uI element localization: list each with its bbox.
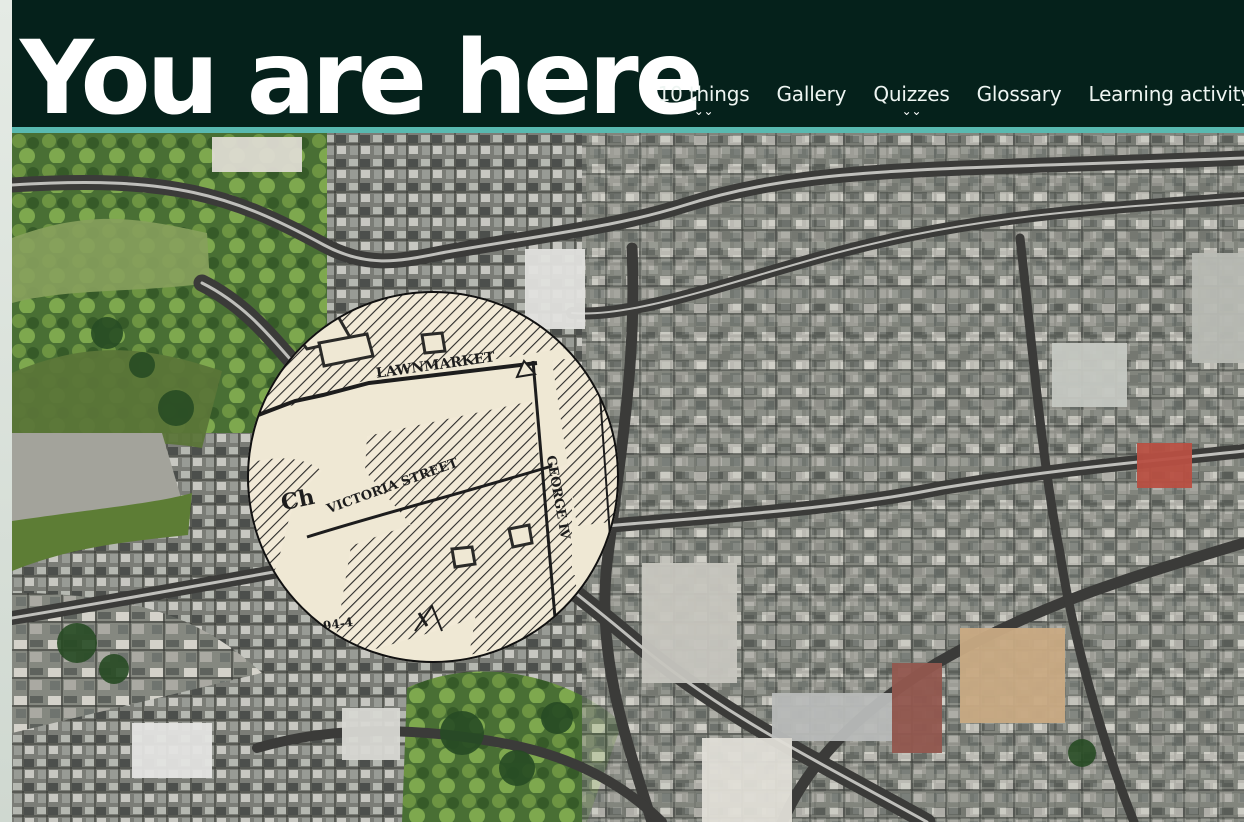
nav-item-label: 10 things [657, 82, 750, 106]
main-navigation: 10 things ⌄⌄ Gallery Quizzes ⌄⌄ Glossary… [658, 82, 1244, 126]
nav-item-label: Glossary [976, 82, 1062, 106]
nav-item-label: Gallery [776, 82, 847, 106]
nav-item-10-things[interactable]: 10 things ⌄⌄ [658, 82, 750, 117]
nav-item-glossary[interactable]: Glossary [977, 82, 1062, 106]
site-header: You are here 10 things ⌄⌄ Gallery Quizze… [12, 0, 1244, 130]
nav-item-learning-activity[interactable]: Learning activity [1088, 82, 1244, 106]
nav-item-gallery[interactable]: Gallery [776, 82, 846, 106]
old-map-illustration [247, 291, 619, 663]
site-title: You are here [20, 19, 704, 138]
page: You are here 10 things ⌄⌄ Gallery Quizze… [0, 0, 1244, 822]
double-chevron-down-icon: ⌄⌄ [901, 104, 922, 118]
aerial-map-illustration [12, 133, 1244, 822]
aerial-map[interactable]: LAWNMARKET VICTORIA STREET GEORGE IV Ch … [12, 133, 1244, 822]
nav-item-label: Learning activity [1088, 82, 1244, 106]
double-chevron-down-icon: ⌄⌄ [693, 104, 714, 118]
nav-item-quizzes[interactable]: Quizzes ⌄⌄ [873, 82, 949, 117]
left-window-strip [0, 0, 12, 822]
nav-item-label: Quizzes [873, 82, 950, 106]
historical-map-lens[interactable]: LAWNMARKET VICTORIA STREET GEORGE IV Ch … [247, 291, 619, 663]
